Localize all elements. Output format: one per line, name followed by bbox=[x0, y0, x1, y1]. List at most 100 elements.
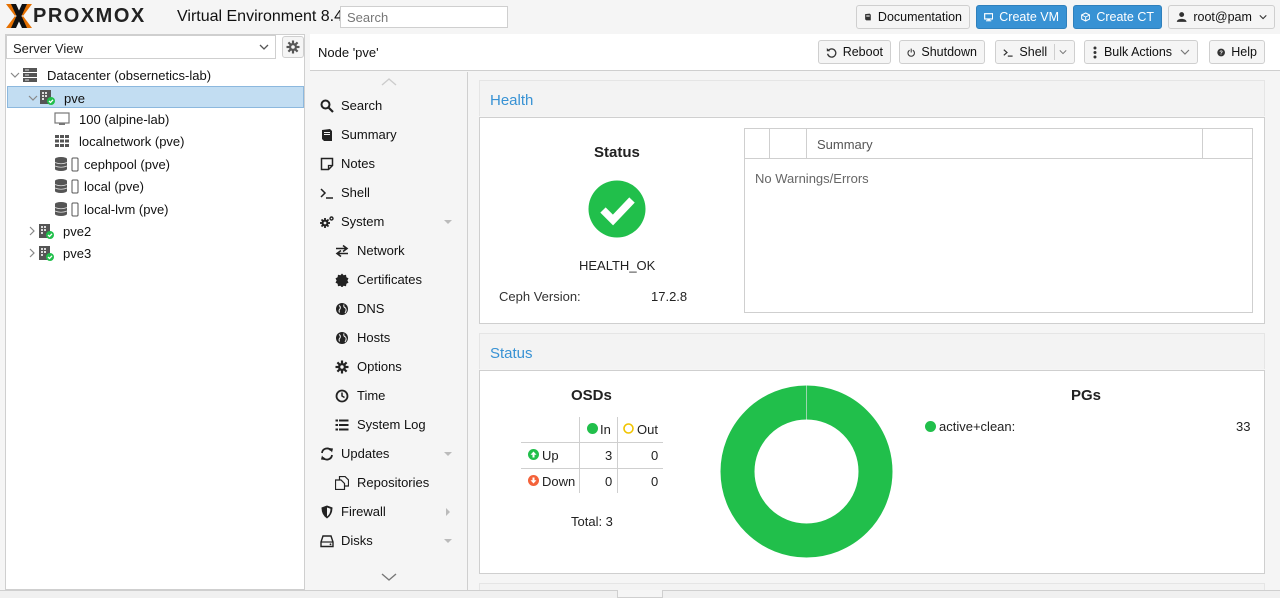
shell-label: Shell bbox=[1019, 45, 1048, 59]
tree-item-label: localnetwork (pve) bbox=[79, 134, 185, 149]
user-icon bbox=[1176, 12, 1187, 22]
pg-state-dot bbox=[925, 421, 936, 432]
nav-repositories[interactable]: Repositories bbox=[310, 468, 468, 497]
nav-network[interactable]: Network bbox=[310, 236, 468, 265]
ceph-version-label: Ceph Version: bbox=[499, 289, 581, 304]
chevron-down-icon[interactable] bbox=[1059, 47, 1067, 57]
nav-updates[interactable]: Updates bbox=[310, 439, 468, 468]
question-circle-icon: ? bbox=[1217, 48, 1225, 56]
chevron-right-icon[interactable] bbox=[27, 248, 37, 258]
tree-item-label: local-lvm (pve) bbox=[84, 202, 169, 217]
nav-disks[interactable]: Disks bbox=[310, 526, 468, 555]
user-menu-button[interactable]: root@pam bbox=[1168, 5, 1275, 29]
nav-label: Time bbox=[357, 388, 386, 403]
osd-in-dot-icon bbox=[587, 423, 598, 434]
nav-system[interactable]: System bbox=[310, 207, 468, 236]
arrow-circle-up-icon bbox=[528, 449, 539, 460]
grid-column-severity[interactable] bbox=[745, 129, 770, 159]
reboot-button[interactable]: Reboot bbox=[818, 40, 891, 64]
tree-item-node-pve[interactable]: pve bbox=[7, 86, 304, 108]
tree-item-node-pve3[interactable]: pve3 bbox=[6, 242, 304, 264]
bulk-actions-button[interactable]: Bulk Actions bbox=[1084, 40, 1198, 64]
shutdown-label: Shutdown bbox=[921, 45, 977, 59]
tree-item-storage-local-lvm[interactable]: local-lvm (pve) bbox=[6, 198, 304, 220]
proxmox-logo[interactable]: PROXMOX bbox=[6, 4, 146, 28]
scroll-down-icon[interactable] bbox=[380, 572, 398, 582]
nav-label: Disks bbox=[341, 533, 373, 548]
view-selector[interactable]: Server View bbox=[6, 35, 276, 59]
scroll-up-icon[interactable] bbox=[380, 77, 398, 87]
osds-heading: OSDs bbox=[571, 387, 612, 404]
tree-item-label: Datacenter (obsernetics-lab) bbox=[47, 68, 212, 83]
shutdown-button[interactable]: Shutdown bbox=[899, 40, 985, 64]
list-icon bbox=[335, 419, 349, 431]
osd-up-out-value: 0 bbox=[651, 448, 659, 463]
nav-search[interactable]: Search bbox=[310, 91, 468, 120]
brand-name: PROXMOX bbox=[33, 5, 146, 27]
page-title: Node 'pve' bbox=[318, 45, 379, 60]
create-vm-label: Create VM bbox=[999, 10, 1059, 24]
health-panel-title: Health bbox=[479, 80, 1265, 116]
nav-label: Search bbox=[341, 98, 383, 113]
nav-summary[interactable]: Summary bbox=[310, 120, 468, 149]
terminal-icon bbox=[320, 188, 333, 199]
nav-options[interactable]: Options bbox=[310, 352, 468, 381]
desktop-icon bbox=[984, 13, 994, 22]
nav-firewall[interactable]: Firewall bbox=[310, 497, 468, 526]
user-label: root@pam bbox=[1193, 10, 1252, 24]
table-divider bbox=[617, 417, 618, 493]
pg-donut-slice-active-clean[interactable] bbox=[720, 385, 893, 558]
power-off-icon bbox=[907, 48, 915, 57]
tree-item-localnetwork[interactable]: localnetwork (pve) bbox=[6, 130, 304, 152]
node-toolbar: Node 'pve' Reboot Shutdown Shell Bulk Ac… bbox=[310, 34, 1280, 71]
table-divider bbox=[521, 468, 663, 469]
gear-icon bbox=[335, 360, 349, 374]
nav-hosts[interactable]: Hosts bbox=[310, 323, 468, 352]
chevron-down-icon[interactable] bbox=[10, 70, 20, 80]
tree-item-label: local (pve) bbox=[84, 179, 144, 194]
osd-out-ring-icon bbox=[623, 423, 634, 434]
exchange-icon bbox=[335, 244, 349, 258]
search-input[interactable] bbox=[340, 6, 508, 28]
bulk-actions-label: Bulk Actions bbox=[1103, 45, 1173, 59]
status-panel-title: Status bbox=[479, 333, 1265, 369]
tree-item-storage-cephpool[interactable]: cephpool (pve) bbox=[6, 153, 304, 175]
nav-certificates[interactable]: Certificates bbox=[310, 265, 468, 294]
pgs-heading: PGs bbox=[1071, 387, 1102, 404]
documentation-label: Documentation bbox=[877, 10, 962, 24]
tree-item-storage-local[interactable]: local (pve) bbox=[6, 175, 304, 197]
nav-shell[interactable]: Shell bbox=[310, 178, 468, 207]
grid-column-actions[interactable] bbox=[1203, 129, 1253, 159]
create-ct-button[interactable]: Create CT bbox=[1073, 5, 1162, 29]
node-online-icon bbox=[40, 90, 55, 105]
log-panel-expand-handle[interactable] bbox=[617, 590, 663, 598]
search-icon bbox=[320, 99, 334, 113]
health-status-value: HEALTH_OK bbox=[579, 258, 656, 273]
create-vm-button[interactable]: Create VM bbox=[976, 5, 1067, 29]
shell-button[interactable]: Shell bbox=[995, 40, 1075, 64]
tree-item-vm-100[interactable]: 100 (alpine-lab) bbox=[6, 108, 304, 130]
nav-system-log[interactable]: System Log bbox=[310, 410, 468, 439]
documentation-button[interactable]: Documentation bbox=[856, 5, 970, 29]
datacenter-icon bbox=[23, 68, 37, 82]
nav-time[interactable]: Time bbox=[310, 381, 468, 410]
notes-icon bbox=[320, 157, 334, 171]
chevron-right-icon[interactable] bbox=[27, 226, 37, 236]
nav-dns[interactable]: DNS bbox=[310, 294, 468, 323]
caret-down-icon bbox=[444, 539, 452, 543]
tree-item-datacenter[interactable]: Datacenter (obsernetics-lab) bbox=[6, 64, 304, 86]
osd-down-label: Down bbox=[542, 474, 576, 489]
reboot-label: Reboot bbox=[842, 45, 883, 59]
tree-settings-button[interactable] bbox=[282, 36, 304, 58]
osd-up-label: Up bbox=[542, 448, 559, 463]
chevron-down-icon[interactable] bbox=[28, 93, 38, 103]
nav-label: Repositories bbox=[357, 475, 430, 490]
help-button[interactable]: ? Help bbox=[1209, 40, 1265, 64]
tree-item-node-pve2[interactable]: pve2 bbox=[6, 220, 304, 242]
osd-in-label: In bbox=[600, 422, 611, 437]
grid-column-expand[interactable] bbox=[770, 129, 807, 159]
nav-notes[interactable]: Notes bbox=[310, 149, 468, 178]
caret-right-icon bbox=[446, 508, 450, 516]
undo-icon bbox=[826, 47, 837, 58]
table-divider bbox=[521, 442, 663, 443]
